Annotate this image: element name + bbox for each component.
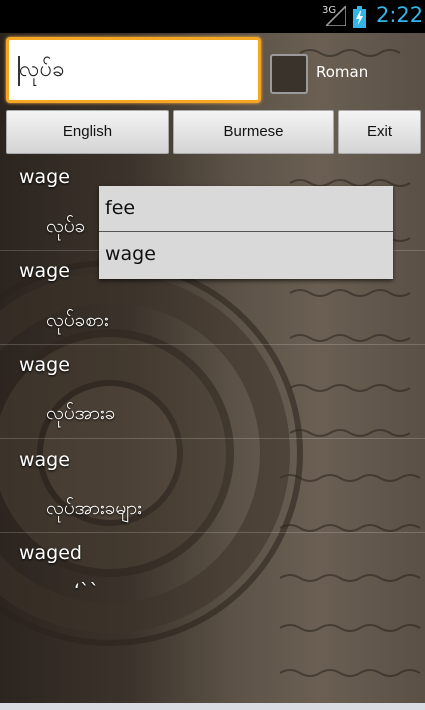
result-word: wage xyxy=(19,449,70,471)
search-input-value: လုပ်ခ xyxy=(19,57,65,82)
result-translation: လုပ်အားခ xyxy=(46,402,116,424)
result-word: wage xyxy=(19,166,70,188)
divider xyxy=(0,438,425,439)
signal-icon xyxy=(326,6,346,26)
status-bar: 3G 2:22 xyxy=(0,0,425,33)
result-word: waged xyxy=(19,542,82,564)
suggestion-item[interactable]: fee xyxy=(99,186,393,232)
exit-button[interactable]: Exit xyxy=(338,110,421,154)
battery-charging-icon xyxy=(353,6,366,28)
result-translation: လုပ်ခစား xyxy=(46,309,109,331)
roman-checkbox[interactable] xyxy=(270,54,308,94)
result-translation: လုပ်ခ xyxy=(46,215,86,237)
roman-checkbox-label: Roman xyxy=(316,63,369,81)
divider xyxy=(0,344,425,345)
result-word: wage xyxy=(19,354,70,376)
divider xyxy=(0,532,425,533)
suggestions-dropdown: fee wage xyxy=(99,186,393,279)
result-word: wage xyxy=(19,260,70,282)
suggestion-item[interactable]: wage xyxy=(99,232,393,278)
result-translation: ʻ`` xyxy=(74,580,100,602)
search-input[interactable]: လုပ်ခ xyxy=(6,37,261,103)
bottom-edge xyxy=(0,703,425,710)
burmese-button[interactable]: Burmese xyxy=(173,110,334,154)
english-button[interactable]: English xyxy=(6,110,169,154)
clock: 2:22 xyxy=(376,3,424,27)
result-translation: လုပ်အားခများ xyxy=(46,497,142,519)
